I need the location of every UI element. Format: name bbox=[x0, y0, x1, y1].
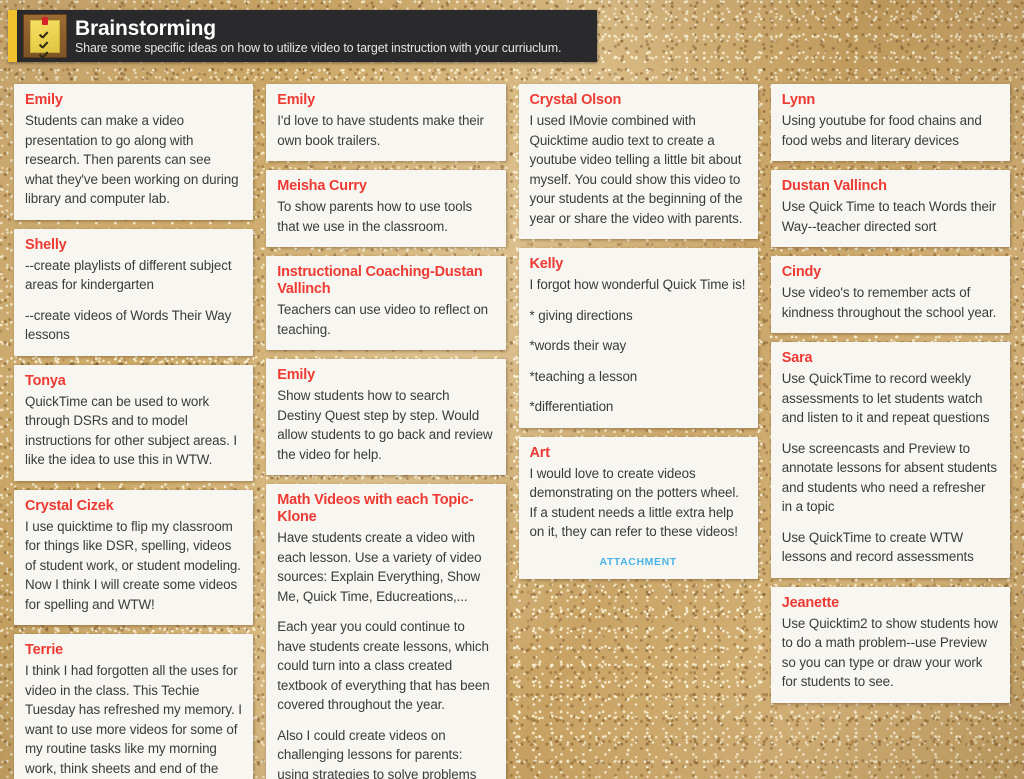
note-card[interactable]: Crystal Olson I used IMovie combined with… bbox=[518, 84, 758, 239]
note-card-paragraph: QuickTime can be used to work through DS… bbox=[25, 393, 237, 468]
attachment-link[interactable]: ATTACHMENT bbox=[530, 556, 747, 568]
sticky-note-checklist-icon bbox=[23, 14, 67, 58]
note-card-paragraph: --create videos of Words Their Way lesso… bbox=[25, 307, 232, 343]
pushpin-icon bbox=[42, 17, 48, 25]
note-card[interactable]: Dustan Vallinch Use Quick Time to teach W… bbox=[770, 170, 1010, 247]
note-card-paragraph: Use video's to remember acts of kindness… bbox=[781, 285, 997, 320]
page-title: Brainstorming bbox=[75, 16, 216, 40]
note-card-title: Jeanette bbox=[781, 594, 839, 611]
note-card-paragraph: --create playlists of different subject … bbox=[25, 257, 232, 293]
note-card[interactable]: Emily Students can make a video presentat… bbox=[14, 84, 254, 220]
note-column: Crystal Olson I used IMovie combined with… bbox=[518, 84, 758, 579]
note-card-title: Emily bbox=[25, 92, 63, 108]
note-card-title: Shelly bbox=[25, 236, 67, 253]
note-card-title: Lynn bbox=[781, 92, 816, 108]
note-card-paragraph: Use QuickTime to create WTW lessons and … bbox=[781, 529, 974, 565]
note-card-title: Emily bbox=[277, 367, 315, 383]
note-card[interactable]: Jeanette Use Quicktim2 to show students h… bbox=[770, 586, 1010, 703]
header-accent-stripe bbox=[8, 10, 17, 62]
note-card[interactable]: Crystal Cizek I use quicktime to flip my … bbox=[14, 489, 254, 625]
note-card-title: Instructional Coaching-Dustan Vallinch bbox=[277, 264, 483, 297]
note-card-paragraph: *teaching a lesson bbox=[529, 368, 638, 384]
note-card-title: Meisha Curry bbox=[277, 178, 367, 194]
check-mark-icon bbox=[39, 41, 48, 50]
note-card[interactable]: Lynn Using youtube for food chains and fo… bbox=[770, 84, 1010, 161]
note-card-paragraph: Using youtube for food chains and food w… bbox=[781, 113, 982, 148]
note-card[interactable]: Tonya QuickTime can be used to work throu… bbox=[14, 364, 254, 481]
brainstorming-board: Brainstorming Share some specific ideas … bbox=[0, 0, 1024, 779]
note-card-paragraph: Also I could create videos on challengin… bbox=[277, 727, 477, 779]
note-card-paragraph: I'd love to have students make their own… bbox=[277, 113, 484, 148]
note-card-title: Kelly bbox=[529, 256, 564, 272]
note-card[interactable]: Kelly I forgot how wonderful Quick Time i… bbox=[518, 248, 758, 428]
note-card-paragraph: Use Quick Time to teach Words their Way-… bbox=[781, 199, 997, 234]
note-card-paragraph: Use Quicktim2 to show students how to do… bbox=[781, 615, 998, 690]
check-mark-icon bbox=[39, 31, 48, 40]
note-card-title: Dustan Vallinch bbox=[781, 178, 887, 194]
note-card[interactable]: Terrie I think I had forgotten all the us… bbox=[14, 634, 254, 779]
note-column: Emily I'd love to have students make thei… bbox=[266, 84, 506, 779]
check-mark-icon bbox=[39, 51, 48, 60]
note-card[interactable]: Meisha Curry To show parents how to use t… bbox=[266, 170, 506, 247]
note-column: Emily Students can make a video presentat… bbox=[14, 84, 254, 779]
page-subtitle: Share some specific ideas on how to util… bbox=[75, 40, 562, 55]
note-card-paragraph: To show parents how to use tools that we… bbox=[277, 199, 473, 234]
note-card-paragraph: *differentiation bbox=[529, 399, 614, 414]
note-card-title: Crystal Cizek bbox=[25, 497, 114, 514]
note-card-paragraph: Teachers can use video to reflect on tea… bbox=[277, 302, 489, 337]
note-card-paragraph: Students can make a video presentation t… bbox=[25, 113, 239, 206]
header-text-group: Brainstorming Share some specific ideas … bbox=[73, 10, 597, 62]
note-card-paragraph: Use screencasts and Preview to annotate … bbox=[781, 440, 998, 515]
note-card-paragraph: I use quicktime to flip my classroom for… bbox=[25, 518, 241, 612]
note-card[interactable]: Math Videos with each Topic- Klone Have s… bbox=[266, 484, 506, 779]
note-card-title: Math Videos with each Topic- Klone bbox=[277, 492, 474, 525]
note-card-title: Tonya bbox=[25, 372, 66, 389]
note-column: Lynn Using youtube for food chains and fo… bbox=[770, 84, 1010, 703]
note-card-paragraph: I used IMovie combined with Quicktime au… bbox=[529, 113, 743, 226]
note-card[interactable]: Shelly --create playlists of different su… bbox=[14, 228, 254, 356]
note-card-paragraph: Use QuickTime to record weekly assessmen… bbox=[781, 371, 990, 425]
note-card-title: Crystal Olson bbox=[529, 92, 622, 108]
note-card-title: Emily bbox=[277, 92, 315, 108]
note-card[interactable]: Emily Show students how to search Destiny… bbox=[266, 359, 506, 475]
note-card-paragraph: Each year you could continue to have stu… bbox=[277, 619, 490, 712]
note-card-title: Cindy bbox=[781, 264, 822, 280]
note-card-paragraph: *words their way bbox=[529, 338, 627, 353]
note-card-title: Art bbox=[529, 444, 551, 461]
note-card-title: Terrie bbox=[25, 642, 64, 658]
note-card-paragraph: Have students create a video with each l… bbox=[277, 530, 482, 604]
note-card[interactable]: Sara Use QuickTime to record weekly asses… bbox=[770, 342, 1010, 578]
note-card-paragraph: I forgot how wonderful Quick Time is! bbox=[529, 277, 746, 292]
note-card[interactable]: Emily I'd love to have students make thei… bbox=[266, 84, 506, 161]
note-card-paragraph: I would love to create videos demonstrat… bbox=[529, 465, 739, 540]
note-columns: Emily Students can make a video presentat… bbox=[14, 84, 1010, 779]
note-card-title: Sara bbox=[781, 350, 813, 366]
note-card[interactable]: Cindy Use video's to remember acts of kin… bbox=[770, 256, 1010, 333]
note-card[interactable]: Art I would love to create videos demonst… bbox=[518, 436, 758, 579]
note-card-paragraph: I think I had forgotten all the uses for… bbox=[25, 663, 242, 776]
note-card-paragraph: Show students how to search Destiny Ques… bbox=[277, 388, 493, 462]
note-card-paragraph: * giving directions bbox=[529, 307, 633, 323]
board-header: Brainstorming Share some specific ideas … bbox=[8, 10, 597, 62]
note-card[interactable]: Instructional Coaching-Dustan Vallinch Te… bbox=[266, 256, 506, 350]
